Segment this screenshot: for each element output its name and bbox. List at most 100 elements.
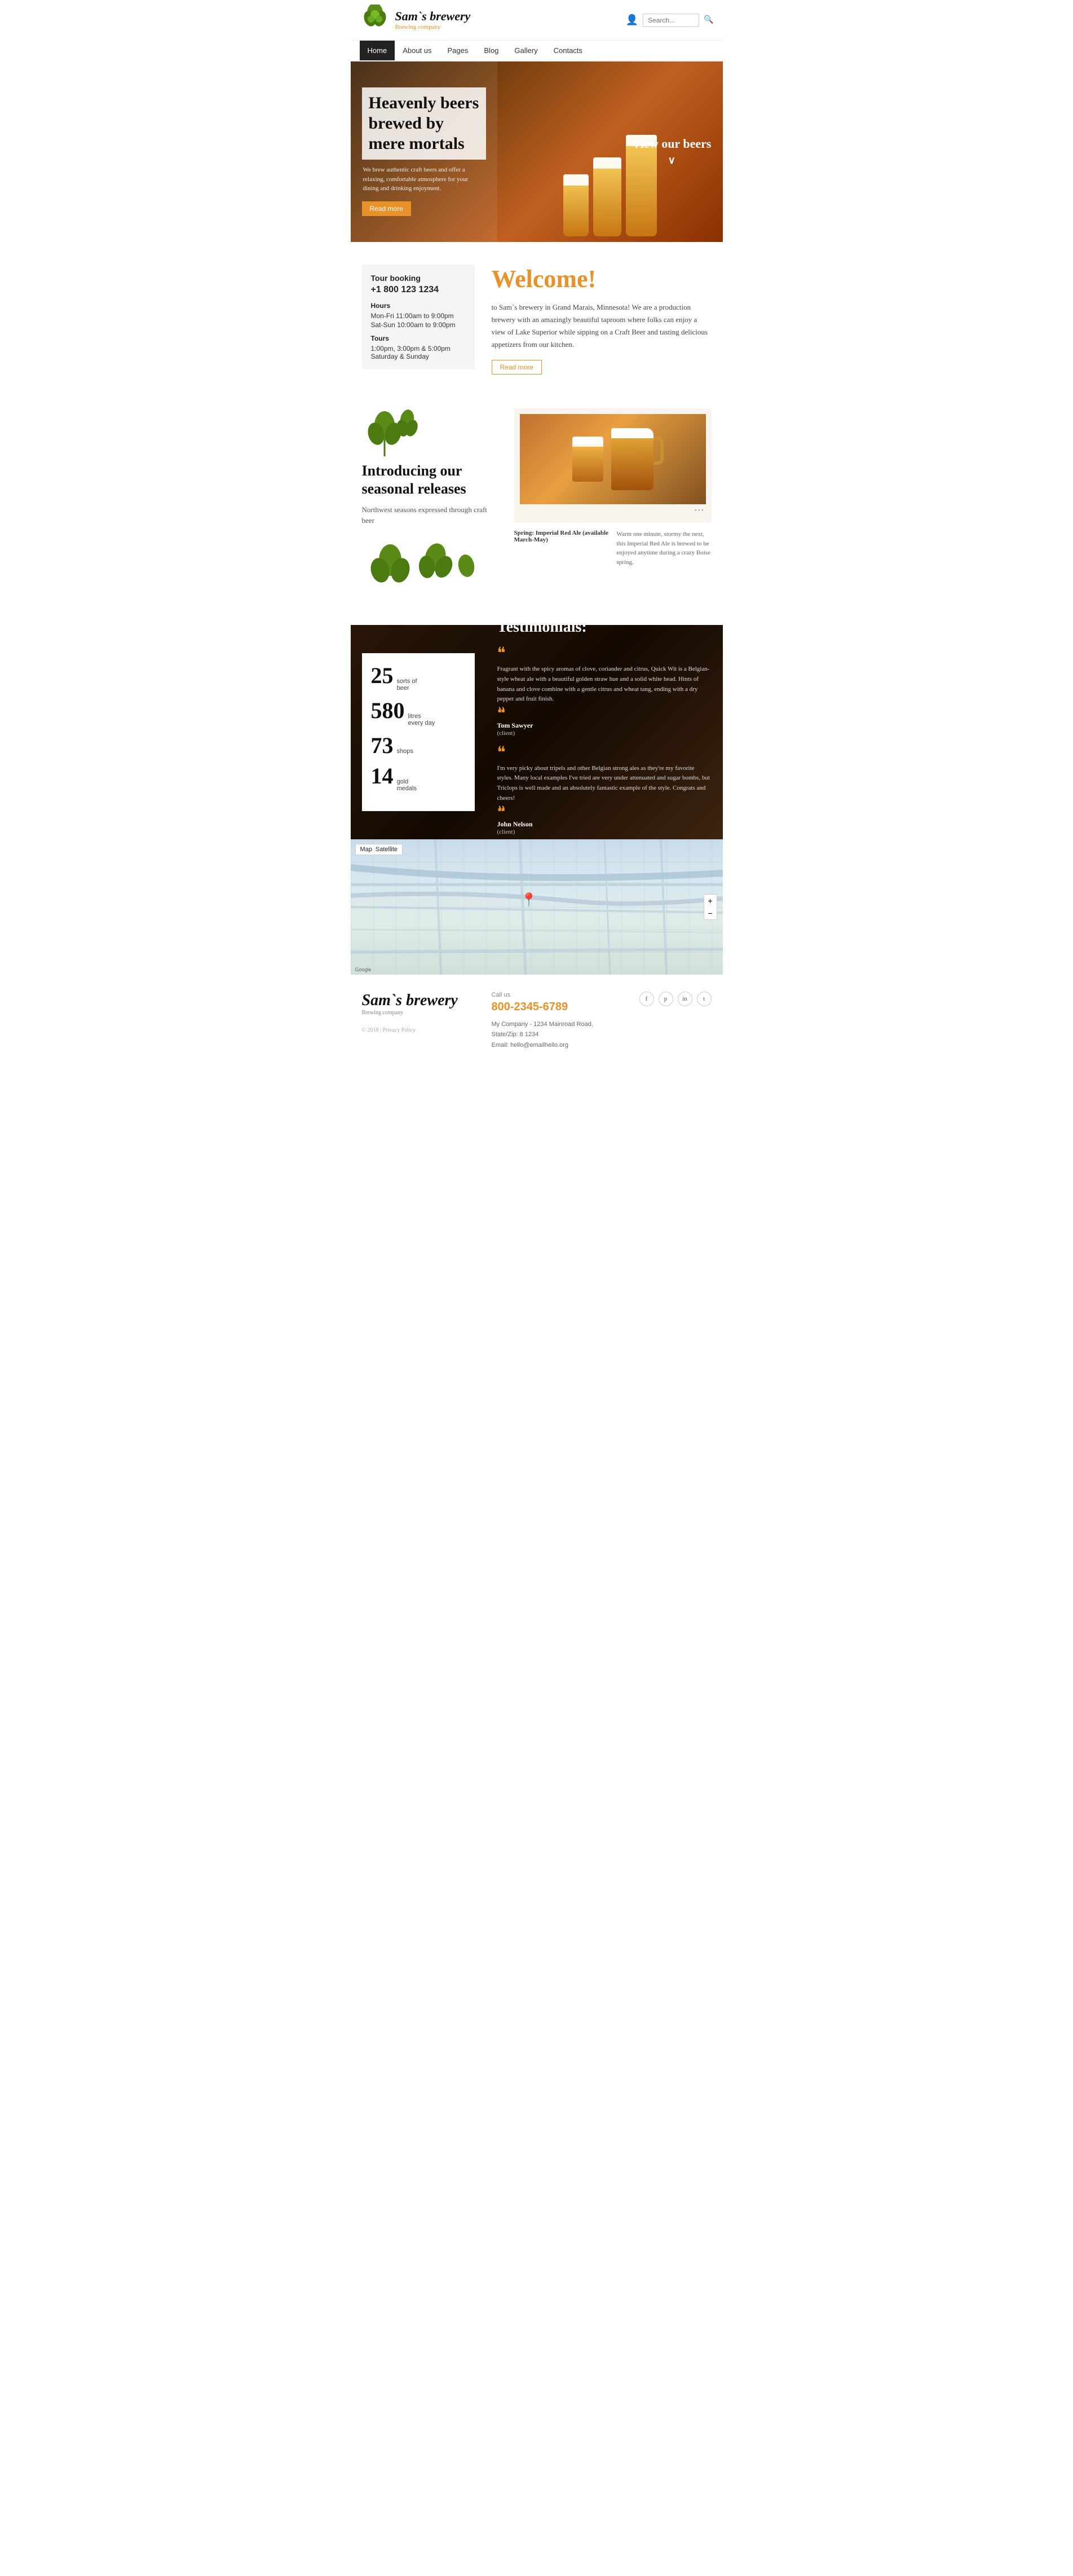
nav-contacts[interactable]: Contacts (546, 41, 590, 60)
stat-medals-label2: medals (397, 785, 417, 792)
carousel-dots[interactable]: • • • (520, 504, 706, 517)
testimonial-2: ❝ I'm very picky about tripels and other… (497, 747, 712, 835)
beer-mug-small (572, 437, 603, 482)
seasonal-subtitle: Northwest seasons expressed through craf… (362, 504, 497, 526)
user-icon[interactable]: 👤 (626, 14, 638, 26)
pinterest-icon[interactable]: p (659, 992, 673, 1006)
footer-address-line1: My Company - 1234 Mainroad Road, (492, 1019, 622, 1030)
welcome-heading: Welcome! (492, 265, 712, 293)
tour-box: Tour booking +1 800 123 1234 Hours Mon-F… (362, 265, 475, 369)
call-label: Call us (492, 992, 622, 998)
footer-contact: Call us 800-2345-6789 My Company - 1234 … (492, 992, 622, 1051)
welcome-read-more-button[interactable]: Read more (492, 360, 542, 375)
stat-shops-number: 73 (371, 734, 394, 757)
quote-open-icon: ❝ (497, 645, 506, 662)
map-zoom-controls[interactable]: + − (704, 894, 717, 920)
footer-email: Email: hello@emailhello.org (492, 1040, 622, 1051)
view-beers-text: View our beers (632, 136, 712, 151)
beer-name: Spring: Imperial Red Ale (available Marc… (514, 530, 609, 567)
tours-days: Saturday & Sunday (371, 353, 466, 360)
footer-tagline: Brewing company (362, 1010, 475, 1016)
beer-carousel-image (520, 414, 706, 504)
facebook-icon[interactable]: f (639, 992, 654, 1006)
map-zoom-in[interactable]: + (704, 895, 717, 907)
view-beers-cta[interactable]: View our beers ∨ (632, 136, 712, 167)
testimonial-2-role: (client) (497, 829, 712, 835)
seasonal-right: • • • Spring: Imperial Red Ale (availabl… (514, 408, 712, 567)
footer-address-line2: State/Zip: 8 1234 (492, 1029, 622, 1040)
map-type-satellite[interactable]: Satellite (376, 846, 398, 853)
testimonial-1: ❝ Fragrant with the spicy aromas of clov… (497, 648, 712, 736)
hours-weekend: Sat-Sun 10:00am to 9:00pm (371, 321, 466, 329)
beer-glass-small (563, 174, 589, 236)
stat-medals-label1: gold (397, 778, 417, 785)
welcome-section: Tour booking +1 800 123 1234 Hours Mon-F… (351, 242, 723, 397)
testimonials-content: Testimonials: ❝ Fragrant with the spicy … (486, 625, 723, 839)
nav-gallery[interactable]: Gallery (506, 41, 545, 60)
hours-weekday: Mon-Fri 11:00am to 9:00pm (371, 312, 466, 320)
nav-pages[interactable]: Pages (440, 41, 476, 60)
testimonial-1-role: (client) (497, 730, 712, 737)
testimonial-1-text: Fragrant with the spicy aromas of clove,… (497, 664, 712, 704)
twitter-icon[interactable]: t (697, 992, 712, 1006)
map-type-controls[interactable]: Map Satellite (355, 844, 403, 855)
stat-shops-label: shops (397, 748, 413, 755)
hero-description: We brew authentic craft beers and offer … (362, 165, 486, 193)
welcome-content: Welcome! to Sam`s brewery in Grand Marai… (492, 265, 712, 375)
beer-description: Warm one minute, stormy the next, this I… (617, 530, 712, 567)
stat-litres-label2: every day (408, 720, 435, 726)
map-attribution: Google (355, 967, 372, 972)
logo-text: Sam`s brewery Brewing company (395, 9, 471, 32)
map-section: 📍 Map Satellite + − Google (351, 839, 723, 975)
nav-about[interactable]: About us (395, 41, 439, 60)
stat-litres-number: 580 (371, 699, 405, 722)
hero-visual: View our beers ∨ (497, 61, 723, 242)
beer-glass-medium (593, 157, 621, 236)
footer-logo: Sam`s brewery Brewing company © 2018 | P… (362, 992, 475, 1033)
footer-social-icons: f p in t (639, 992, 712, 1006)
stat-medals-number: 14 (371, 765, 394, 787)
footer-brand: Sam`s brewery (362, 992, 475, 1010)
beer-info: Spring: Imperial Red Ale (available Marc… (514, 530, 712, 567)
quote-close-2-icon: ❝ (497, 807, 506, 819)
brand-name: Sam`s brewery (395, 9, 471, 24)
main-nav: Home About us Pages Blog Gallery Contact… (351, 41, 723, 61)
down-arrow-icon: ∨ (632, 155, 712, 167)
stat-medals: 14 gold medals (371, 765, 466, 792)
tours-title: Tours (371, 334, 466, 342)
testimonial-2-author: John Nelson (497, 820, 712, 829)
testimonials-section: 25 sorts of beer 580 litres every day 73… (351, 625, 723, 839)
logo-area: Sam`s brewery Brewing company (360, 5, 471, 36)
stat-sorts-number: 25 (371, 664, 394, 687)
footer-phone: 800-2345-6789 (492, 1001, 622, 1014)
search-input[interactable] (643, 14, 699, 27)
testimonial-2-text: I'm very picky about tripels and other B… (497, 764, 712, 803)
tour-phone: +1 800 123 1234 (371, 285, 466, 295)
hops-top-icon (362, 408, 435, 459)
hero-title: Heavenly beers brewed by mere mortals (362, 87, 486, 160)
linkedin-icon[interactable]: in (678, 992, 692, 1006)
stats-box: 25 sorts of beer 580 litres every day 73… (362, 653, 475, 811)
stat-shops: 73 shops (371, 734, 466, 757)
footer: Sam`s brewery Brewing company © 2018 | P… (351, 975, 723, 1068)
brand-tagline: Brewing company (395, 24, 471, 31)
nav-blog[interactable]: Blog (476, 41, 506, 60)
map-zoom-out[interactable]: − (704, 907, 717, 919)
footer-copyright: © 2018 | Privacy Policy (362, 1027, 475, 1033)
nav-home[interactable]: Home (360, 41, 395, 60)
beer-carousel: • • • (514, 408, 712, 523)
map-type-map[interactable]: Map (360, 846, 372, 853)
beer-mug-large (611, 428, 653, 490)
stat-litres-label1: litres (408, 713, 435, 720)
map-background: 📍 Map Satellite + − Google (351, 839, 723, 975)
seasonal-section: Introducing our seasonal releases Northw… (351, 397, 723, 624)
seasonal-title: Introducing our seasonal releases (362, 462, 497, 497)
seasonal-left: Introducing our seasonal releases Northw… (362, 408, 497, 602)
hero-read-more-button[interactable]: Read more (362, 201, 411, 216)
stat-sorts-label2: beer (397, 685, 417, 692)
quote-open-2-icon: ❝ (497, 744, 506, 761)
stat-sorts: 25 sorts of beer (371, 664, 466, 692)
logo-hops-icon (360, 5, 391, 36)
quote-close-icon: ❝ (497, 708, 506, 720)
search-icon[interactable]: 🔍 (704, 15, 713, 25)
